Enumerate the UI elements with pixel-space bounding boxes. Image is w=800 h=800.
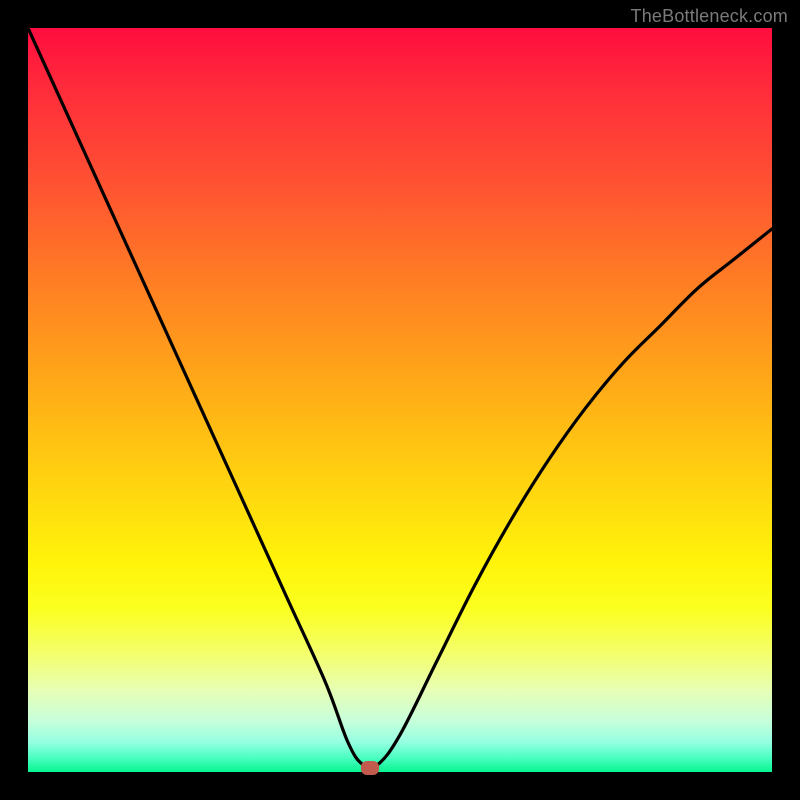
optimum-marker (361, 761, 379, 775)
plot-area (28, 28, 772, 772)
bottleneck-curve (28, 28, 772, 772)
watermark-text: TheBottleneck.com (631, 6, 788, 27)
chart-frame: TheBottleneck.com (0, 0, 800, 800)
